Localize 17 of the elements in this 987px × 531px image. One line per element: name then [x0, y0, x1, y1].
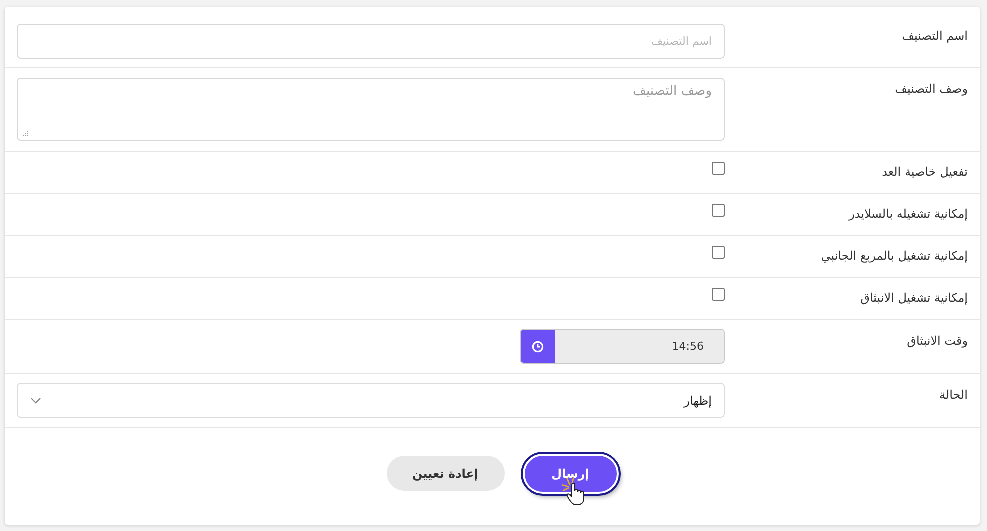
- field-label: تفعيل خاصية العد: [882, 165, 968, 179]
- reset-button[interactable]: إعادة تعيين: [386, 456, 504, 491]
- field-label: اسم التصنيف: [902, 29, 968, 43]
- checkbox[interactable]: [712, 288, 725, 301]
- field-label: الحالة: [940, 388, 968, 402]
- field-label: إمكانية تشغيل بالمربع الجانبي: [821, 249, 968, 263]
- checkbox[interactable]: [712, 162, 725, 175]
- submit-button[interactable]: إرسال: [522, 454, 618, 494]
- chevron-down-icon: [30, 396, 42, 404]
- name-input[interactable]: اسم التصنيف: [17, 24, 725, 59]
- field-label: وصف التصنيف: [895, 82, 968, 96]
- checkbox[interactable]: [712, 246, 725, 259]
- field-label: وقت الانبثاق: [907, 334, 968, 348]
- checkbox[interactable]: [712, 204, 725, 217]
- status-select[interactable]: إظهار: [17, 383, 725, 418]
- field-label: إمكانية تشغيل الانبثاق: [860, 291, 968, 305]
- field-label: إمكانية تشغيله بالسلايدر: [849, 207, 968, 221]
